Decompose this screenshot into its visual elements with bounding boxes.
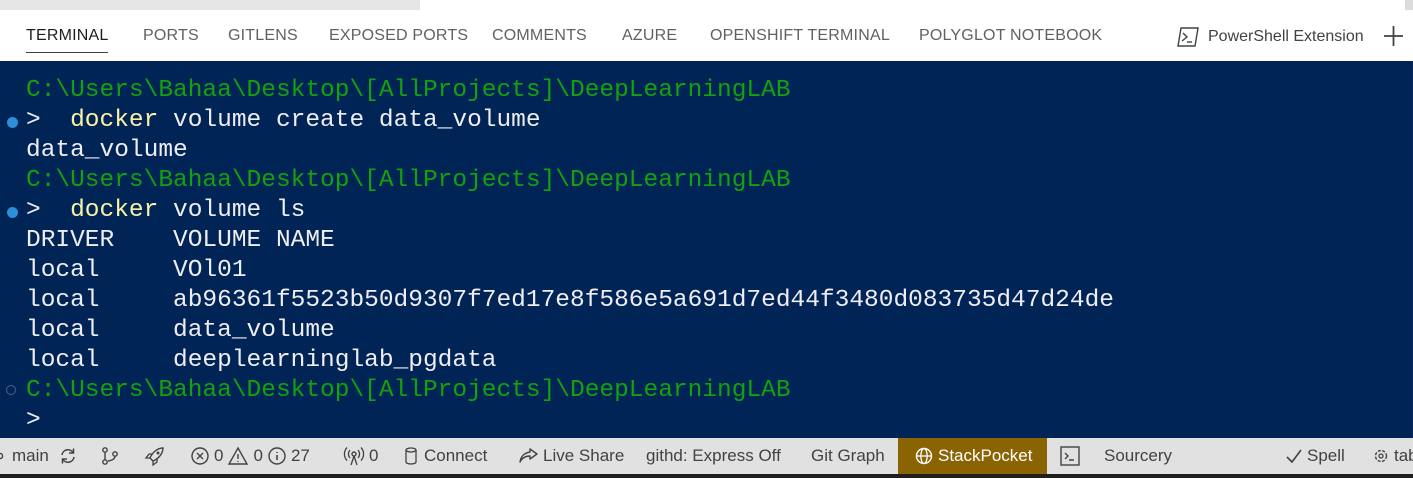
git-graph-shortcut[interactable]	[100, 438, 120, 474]
prompt-path-line: C:\Users\Bahaa\Desktop\[AllProjects]\Dee…	[26, 167, 791, 194]
tab-azure[interactable]: AZURE	[622, 27, 677, 45]
globe-icon	[914, 446, 934, 466]
githd-label: githd: Express Off	[646, 446, 781, 465]
broadcast-icon	[343, 446, 365, 466]
terminal-box-icon	[1059, 445, 1081, 467]
new-terminal-button[interactable]	[1382, 23, 1406, 49]
status-bar: main 0 0 27 0 Connect Live Share githd: …	[0, 438, 1413, 474]
check-icon	[1285, 446, 1303, 466]
terminal-profile-selector[interactable]: PowerShell Extension	[1176, 24, 1364, 50]
sourcery-button[interactable]: Sourcery	[1104, 438, 1172, 474]
source-control-icon	[0, 446, 8, 466]
window-bottom-edge	[0, 474, 1413, 478]
editor-scrollbar-strip	[0, 0, 420, 10]
tab-polyglot-notebook[interactable]: POLYGLOT NOTEBOOK	[919, 27, 1102, 45]
deploy-button[interactable]	[144, 438, 166, 474]
command-args: volume ls	[158, 197, 306, 224]
prompt-path-line: C:\Users\Bahaa\Desktop\[AllProjects]\Dee…	[26, 377, 791, 404]
terminal-icon	[1176, 26, 1200, 48]
rocket-icon	[144, 446, 166, 466]
command-name: docker	[70, 107, 159, 134]
output-row: local data_volume	[26, 317, 335, 344]
tab-openshift-terminal[interactable]: OPENSHIFT TERMINAL	[710, 27, 890, 45]
connect-button[interactable]: Connect	[402, 438, 487, 474]
tab-comments[interactable]: COMMENTS	[492, 27, 587, 45]
tab-exposed-ports[interactable]: EXPOSED PORTS	[329, 27, 468, 45]
tab-terminal[interactable]: TERMINAL	[26, 27, 109, 45]
git-compare-icon	[100, 446, 120, 466]
forwarded-ports-item[interactable]: 0	[343, 438, 378, 474]
live-share-button[interactable]: Live Share	[517, 438, 624, 474]
output-row: local deeplearninglab_pgdata	[26, 347, 497, 374]
warning-count: 0	[253, 446, 263, 465]
tab-ports[interactable]: PORTS	[143, 27, 199, 45]
ports-count: 0	[369, 446, 379, 465]
info-icon	[267, 446, 287, 466]
gear-icon	[1372, 446, 1390, 466]
error-icon	[190, 446, 210, 466]
prompt-line: >	[26, 407, 41, 434]
tab-label: tab	[1394, 446, 1413, 465]
database-icon	[402, 446, 420, 466]
command-line: > docker volume ls	[26, 196, 305, 226]
output-row: local VOl01	[26, 257, 247, 284]
output-line: data_volume	[26, 137, 188, 164]
tab-gitlens[interactable]: GITLENS	[228, 27, 298, 45]
sourcery-label: Sourcery	[1104, 446, 1173, 465]
output-row: local ab96361f5523b50d9307f7ed17e8f586e5…	[26, 287, 1114, 314]
problems-item[interactable]: 0 0 27	[190, 438, 310, 474]
panel-tab-bar: TERMINAL PORTS GITLENS EXPOSED PORTS COM…	[0, 10, 1413, 61]
tab-size-button[interactable]: tab	[1372, 438, 1413, 474]
command-line: > docker volume create data_volume	[26, 106, 541, 136]
terminal-status-button[interactable]	[1059, 438, 1081, 474]
active-tab-indicator	[26, 52, 108, 53]
prompt-char: >	[26, 107, 41, 134]
live-share-icon	[517, 446, 539, 466]
output-header: DRIVER VOLUME NAME	[26, 227, 335, 254]
git-branch-item[interactable]: main	[0, 438, 49, 474]
stackpocket-button[interactable]: StackPocket	[898, 438, 1047, 474]
command-pending-decoration[interactable]	[6, 385, 16, 395]
githd-item[interactable]: githd: Express Off	[646, 438, 781, 474]
command-success-decoration[interactable]	[7, 117, 18, 128]
git-graph-label: Git Graph	[811, 446, 885, 465]
error-count: 0	[214, 446, 224, 465]
command-success-decoration[interactable]	[7, 207, 18, 218]
plus-icon	[1384, 26, 1403, 46]
branch-label: main	[12, 446, 49, 465]
sync-icon	[58, 446, 78, 466]
connect-label: Connect	[424, 446, 488, 465]
spell-checker-button[interactable]: Spell	[1285, 438, 1345, 474]
git-graph-button[interactable]: Git Graph	[811, 438, 885, 474]
info-count: 27	[290, 446, 310, 465]
live-share-label: Live Share	[543, 446, 625, 465]
terminal-panel[interactable]: C:\Users\Bahaa\Desktop\[AllProjects]\Dee…	[0, 61, 1413, 438]
sync-button[interactable]	[58, 438, 78, 474]
prompt-char: >	[26, 197, 41, 224]
spell-label: Spell	[1307, 446, 1345, 465]
top-strip	[0, 0, 1413, 10]
command-name: docker	[70, 197, 159, 224]
prompt-path-line: C:\Users\Bahaa\Desktop\[AllProjects]\Dee…	[26, 77, 791, 104]
stackpocket-label: StackPocket	[938, 446, 1033, 465]
edge-strip	[1405, 0, 1413, 10]
command-args: volume create data_volume	[158, 107, 541, 134]
warning-icon	[227, 446, 249, 466]
terminal-profile-label: PowerShell Extension	[1208, 28, 1364, 45]
